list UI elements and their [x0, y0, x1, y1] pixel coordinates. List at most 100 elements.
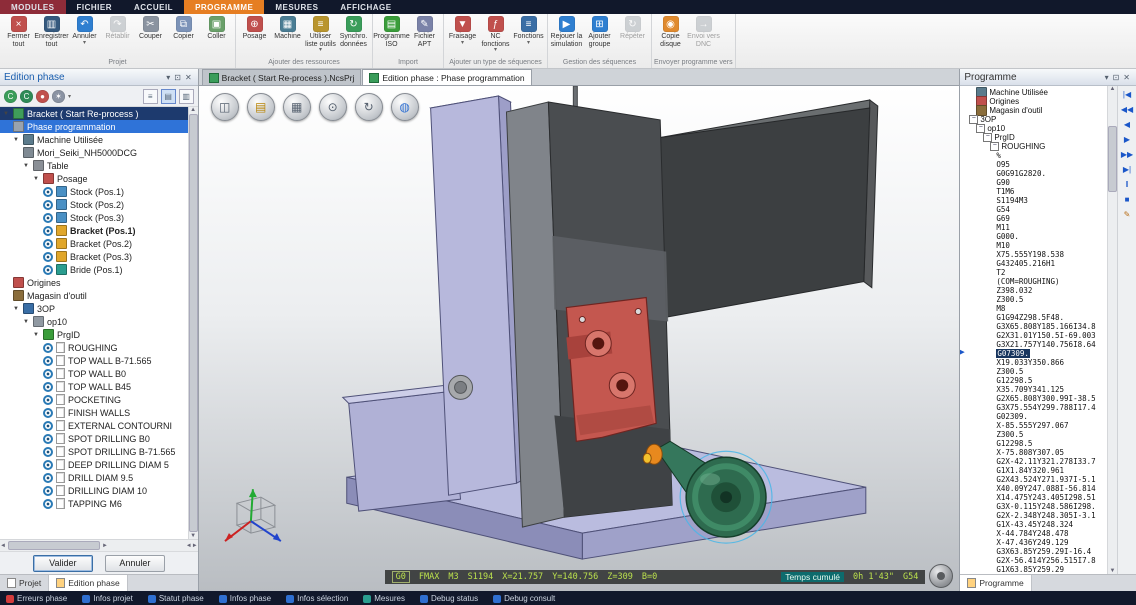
- ribbon-tab-accueil[interactable]: ACCUEIL: [123, 0, 184, 14]
- code-vertical-scrollbar[interactable]: ▲▼: [1107, 86, 1117, 574]
- go-start-icon[interactable]: |◀: [1123, 90, 1131, 99]
- expand-arrow-icon[interactable]: ▼: [3, 111, 10, 117]
- 3d-canvas[interactable]: ◫▤▦⊙↻◍ G0 FMAX M3 S1194 X=21.757 Y=140.7…: [199, 86, 960, 591]
- play-back-icon[interactable]: ◀: [1124, 120, 1130, 129]
- gcode-line[interactable]: X35.709Y341.125: [966, 385, 1107, 394]
- gcode-line[interactable]: G1X63.85Y259.29: [966, 565, 1107, 574]
- tab-programme[interactable]: Programme: [960, 575, 1031, 591]
- list-view-icon[interactable]: ≡: [143, 89, 158, 104]
- gcode-listing[interactable]: Machine UtiliséeOriginesMagasin d'outil−…: [966, 86, 1107, 574]
- tree-item-top-wall-b0[interactable]: TOP WALL B0: [0, 367, 198, 380]
- machine-button[interactable]: ▦Machine: [271, 15, 304, 42]
- dropdown-arrow-icon[interactable]: ▾: [461, 41, 464, 45]
- gcode-line[interactable]: G3X-0.115Y248.586I298.: [966, 502, 1107, 511]
- fermer-tout-button[interactable]: ×Fermer tout: [2, 15, 35, 49]
- program-node-op10[interactable]: −op10: [966, 124, 1107, 133]
- edit-icon[interactable]: ✎: [1124, 210, 1131, 219]
- collapse-box-icon[interactable]: −: [983, 133, 992, 142]
- utiliser-liste-outils-button[interactable]: ≡Utiliser liste outils▾: [304, 15, 337, 53]
- tree-item-pocketing[interactable]: POCKETING: [0, 393, 198, 406]
- visibility-eye-icon[interactable]: [43, 239, 53, 249]
- tree-item-tapping-m6[interactable]: TAPPING M6: [0, 497, 198, 510]
- visibility-eye-icon[interactable]: [43, 252, 53, 262]
- tree-item-mori-seiki-nh5000dcg[interactable]: Mori_Seiki_NH5000DCG: [0, 146, 198, 159]
- ribbon-tab-modules[interactable]: MODULES: [0, 0, 66, 14]
- gcode-line[interactable]: G3X65.808Y185.166I34.8: [966, 322, 1107, 331]
- visibility-eye-icon[interactable]: [43, 213, 53, 223]
- visibility-eye-icon[interactable]: [43, 486, 53, 496]
- status-item-erreurs-phase[interactable]: Erreurs phase: [6, 594, 67, 603]
- visibility-eye-icon[interactable]: [43, 356, 53, 366]
- settings-dropdown-icon[interactable]: ▾: [68, 93, 71, 100]
- gcode-line[interactable]: G02309.: [966, 412, 1107, 421]
- gcode-line[interactable]: G432405.216H1: [966, 259, 1107, 268]
- envoi-vers-dnc-button[interactable]: →Envoi vers DNC: [687, 15, 720, 49]
- gcode-line[interactable]: X-85.555Y297.067: [966, 421, 1107, 430]
- tree-item-deep-drilling-diam-5[interactable]: DEEP DRILLING DIAM 5: [0, 458, 198, 471]
- gcode-line[interactable]: M11: [966, 223, 1107, 232]
- gcode-line[interactable]: G12298.5: [966, 439, 1107, 448]
- tree-view-icon[interactable]: ▤: [161, 89, 176, 104]
- visibility-eye-icon[interactable]: [43, 408, 53, 418]
- tree-item-bracket-pos-2[interactable]: Bracket (Pos.2): [0, 237, 198, 250]
- fichier-apt-button[interactable]: ✎Fichier APT: [408, 15, 441, 49]
- fonctions-button[interactable]: ≡Fonctions▾: [512, 15, 545, 46]
- tree-item-bride-pos-1[interactable]: Bride (Pos.1): [0, 263, 198, 276]
- phase-tree-horizontal-scrollbar[interactable]: ◄► ◄►: [0, 539, 198, 551]
- tree-item-spot-drilling-b0[interactable]: SPOT DRILLING B0: [0, 432, 198, 445]
- tree-item-3op[interactable]: ▼3OP: [0, 302, 198, 315]
- tree-item-top-wall-b45[interactable]: TOP WALL B45: [0, 380, 198, 393]
- stop-icon[interactable]: ■: [1125, 195, 1130, 204]
- programme-pin-icon[interactable]: ⊡: [1111, 73, 1122, 82]
- gcode-line[interactable]: T2: [966, 268, 1107, 277]
- tree-item-external-contourni[interactable]: EXTERNAL CONTOURNI: [0, 419, 198, 432]
- visibility-eye-icon[interactable]: [43, 382, 53, 392]
- programme-close-icon[interactable]: ✕: [1121, 73, 1132, 82]
- globe-icon[interactable]: ◍: [391, 93, 419, 121]
- status-item-debug-consult[interactable]: Debug consult: [493, 594, 555, 603]
- gcode-line[interactable]: G000.: [966, 232, 1107, 241]
- fraisage-button[interactable]: ▼Fraisage▾: [446, 15, 479, 46]
- gcode-line[interactable]: T1M6: [966, 187, 1107, 196]
- program-node-magasin-d-outil[interactable]: Magasin d'outil: [966, 106, 1107, 115]
- tree-item-phase-programmation[interactable]: Phase programmation: [0, 120, 198, 133]
- play-icon[interactable]: ▶: [1124, 135, 1130, 144]
- coller-button[interactable]: ▣Coller: [200, 15, 233, 42]
- gcode-line[interactable]: G2X65.808Y300.99I-38.5: [966, 394, 1107, 403]
- tree-item-origines[interactable]: Origines: [0, 276, 198, 289]
- enregistrer-tout-button[interactable]: ▥Enregistrer tout: [35, 15, 68, 49]
- go-end-icon[interactable]: ▶|: [1123, 165, 1131, 174]
- visibility-eye-icon[interactable]: [43, 343, 53, 353]
- gcode-line[interactable]: G1G94Z298.5F48.: [966, 313, 1107, 322]
- tree-item-magasin-d-outil[interactable]: Magasin d'outil: [0, 289, 198, 302]
- programme-menu-icon[interactable]: ▾: [1103, 73, 1111, 82]
- ribbon-tab-mesures[interactable]: MESURES: [264, 0, 329, 14]
- gcode-line[interactable]: M10: [966, 241, 1107, 250]
- tree-item-stock-pos-2[interactable]: Stock (Pos.2): [0, 198, 198, 211]
- expand-arrow-icon[interactable]: ▼: [13, 306, 20, 312]
- visibility-eye-icon[interactable]: [43, 460, 53, 470]
- status-item-statut-phase[interactable]: Statut phase: [148, 594, 204, 603]
- tree-item-stock-pos-1[interactable]: Stock (Pos.1): [0, 185, 198, 198]
- expand-arrow-icon[interactable]: ▼: [23, 319, 30, 325]
- ribbon-tab-affichage[interactable]: AFFICHAGE: [329, 0, 402, 14]
- program-node-machine-utilis-e[interactable]: Machine Utilisée: [966, 88, 1107, 97]
- machine-head-block[interactable]: [653, 100, 878, 320]
- program-node-3op[interactable]: −3OP: [966, 115, 1107, 124]
- tree-item-stock-pos-3[interactable]: Stock (Pos.3): [0, 211, 198, 224]
- notes-icon[interactable]: ▤: [247, 93, 275, 121]
- gcode-line[interactable]: G90: [966, 178, 1107, 187]
- revalidate-green-icon[interactable]: C: [20, 90, 33, 103]
- gcode-line[interactable]: G2X-2.348Y248.305I-3.1: [966, 511, 1107, 520]
- panel-pin-icon[interactable]: ⊡: [172, 73, 183, 82]
- visibility-eye-icon[interactable]: [43, 434, 53, 444]
- gcode-line[interactable]: X-75.808Y307.05: [966, 448, 1107, 457]
- columns-view-icon[interactable]: ▥: [179, 89, 194, 104]
- view-mode-icon[interactable]: ◫: [211, 93, 239, 121]
- panel-menu-icon[interactable]: ▾: [164, 73, 172, 82]
- gcode-line[interactable]: G3X21.757Y140.756I8.64: [966, 340, 1107, 349]
- tree-item-bracket-start-re-process[interactable]: ▼Bracket ( Start Re-process ): [0, 107, 198, 120]
- gcode-line[interactable]: S1194M3: [966, 196, 1107, 205]
- document-tab-edition-phase[interactable]: Edition phase : Phase programmation: [362, 69, 531, 85]
- status-item-infos-s-lection[interactable]: Infos sélection: [286, 594, 348, 603]
